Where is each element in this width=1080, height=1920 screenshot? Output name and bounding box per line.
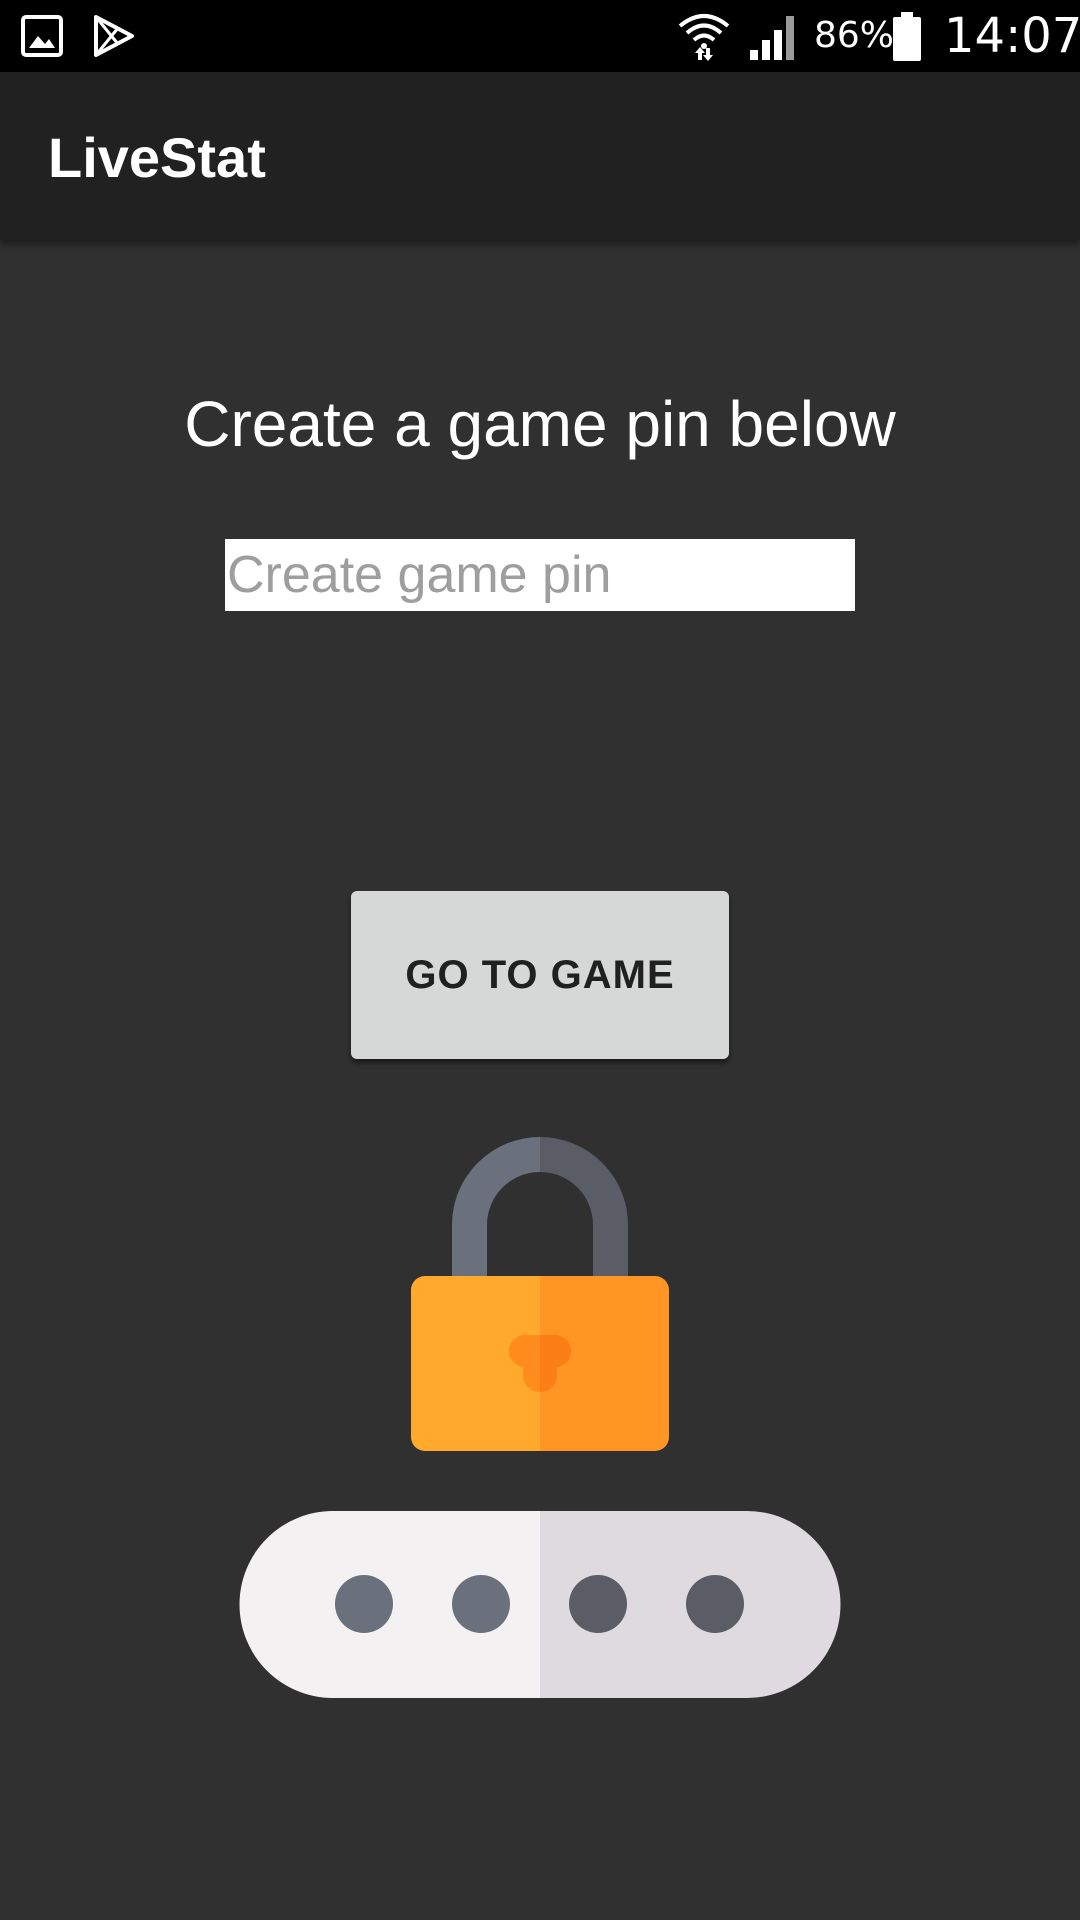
- pin-dot: [686, 1575, 744, 1633]
- screen: 86% 14:07 LiveStat Create a game pin bel…: [0, 0, 1080, 1920]
- pin-dots-bar: [239, 1511, 841, 1698]
- padlock-shackle: [452, 1137, 628, 1285]
- pin-dot: [452, 1575, 510, 1633]
- pin-dot: [569, 1575, 627, 1633]
- pin-dot: [335, 1575, 393, 1633]
- padlock-pin-icon: [239, 1137, 841, 1698]
